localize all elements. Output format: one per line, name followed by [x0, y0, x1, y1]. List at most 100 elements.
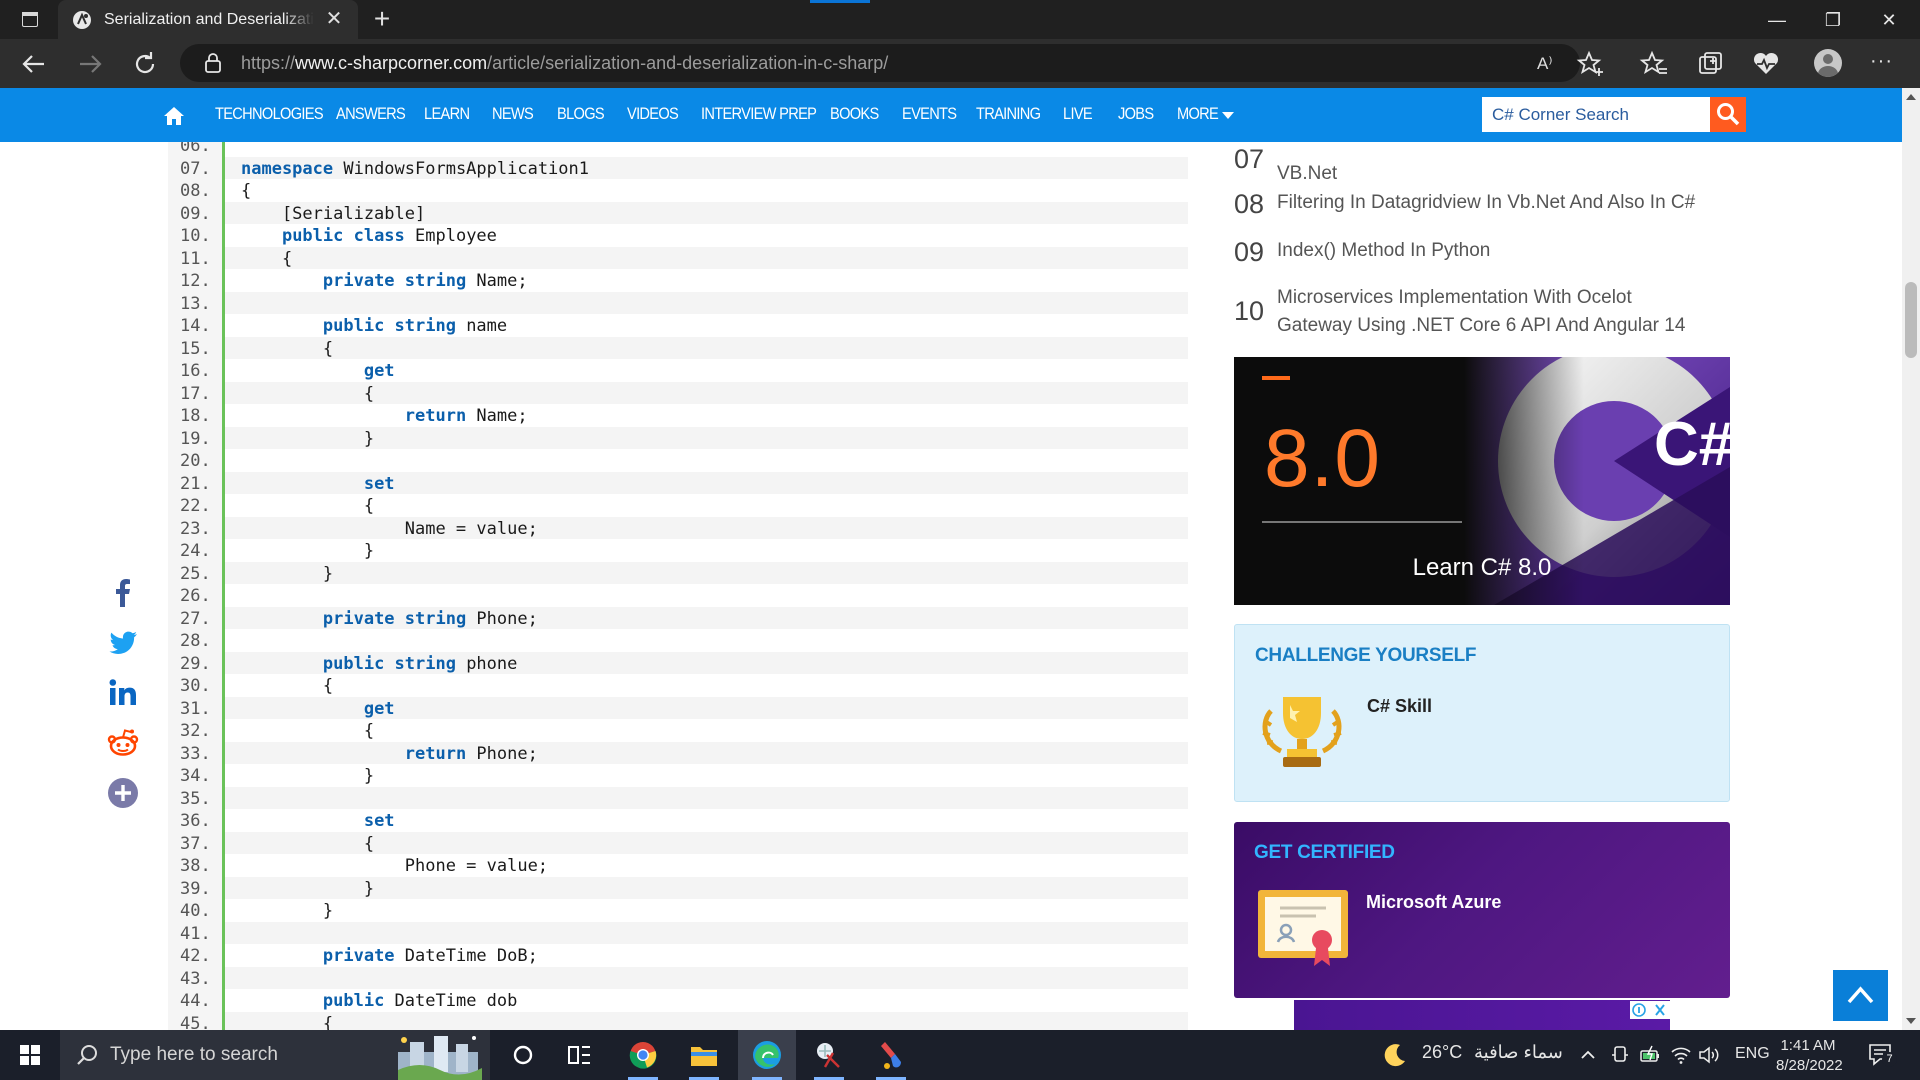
collections-icon[interactable] — [1694, 48, 1726, 80]
home-icon[interactable] — [163, 105, 185, 127]
code-line: 29. public string phone — [168, 651, 1188, 675]
linkedin-icon[interactable] — [104, 674, 142, 712]
twitter-icon[interactable] — [104, 624, 142, 662]
scroll-down-arrow-icon[interactable] — [1906, 1018, 1916, 1024]
url-text[interactable]: https://www.c-sharpcorner.com/article/se… — [241, 53, 888, 74]
maximize-button[interactable]: ❐ — [1810, 4, 1856, 36]
popular-article-item[interactable]: 10 Microservices Implementation With Ocel… — [1234, 282, 1734, 338]
advertisement-banner[interactable] — [1294, 1000, 1670, 1030]
certified-item[interactable]: Microsoft Azure — [1366, 892, 1501, 913]
nav-link-answers[interactable]: ANSWERS — [336, 104, 406, 124]
edge-app-button[interactable] — [738, 1030, 796, 1080]
minimize-button[interactable]: — — [1754, 4, 1800, 36]
browser-essentials-icon[interactable] — [1750, 48, 1782, 80]
tab-actions-icon[interactable] — [14, 8, 46, 32]
cortana-icon[interactable] — [494, 1030, 552, 1080]
line-number: 08. — [180, 181, 211, 201]
popular-article-title[interactable]: Microservices Implementation With Ocelot — [1277, 284, 1632, 312]
learn-csharp-banner[interactable]: 8.0 C# Learn C# 8.0 — [1234, 357, 1730, 605]
add-favorite-icon[interactable] — [1575, 48, 1607, 80]
weather-moon-icon[interactable] — [1382, 1042, 1408, 1068]
nav-link-videos[interactable]: VIDEOS — [627, 104, 679, 124]
chevron-up-tray-icon[interactable] — [1580, 1047, 1596, 1063]
more-share-icon[interactable] — [104, 774, 142, 812]
task-view-icon[interactable] — [550, 1030, 608, 1080]
file-explorer-app-button[interactable] — [675, 1030, 733, 1080]
nav-link-events[interactable]: EVENTS — [902, 104, 957, 124]
popular-article-item[interactable]: 08 Filtering In Datagridview In Vb.Net An… — [1234, 187, 1734, 219]
code-token: { — [241, 338, 334, 359]
popular-article-item[interactable]: 07 VB.Net — [1234, 130, 1734, 186]
code-line: 32. { — [168, 719, 1188, 742]
favorites-icon[interactable] — [1638, 48, 1670, 80]
nav-link-books[interactable]: BOOKS — [830, 104, 879, 124]
popular-article-item[interactable]: 09 Index() Method In Python — [1234, 235, 1734, 267]
c-sharpcorner-favicon-icon — [73, 11, 91, 29]
forward-arrow-icon[interactable] — [74, 48, 106, 80]
code-text: { — [241, 249, 292, 269]
wifi-icon[interactable] — [1670, 1045, 1692, 1065]
lock-icon[interactable] — [204, 53, 222, 73]
page-scrollbar[interactable] — [1902, 88, 1920, 1030]
more-options-icon[interactable]: ··· — [1870, 48, 1902, 80]
code-line: 37. { — [168, 831, 1188, 855]
scrollbar-thumb[interactable] — [1905, 282, 1917, 358]
notification-center-button[interactable]: 7 — [1868, 1042, 1897, 1068]
popular-article-title[interactable]: VB.Net — [1277, 160, 1337, 188]
challenge-item[interactable]: C# Skill — [1367, 696, 1432, 717]
get-certified-card[interactable]: GET CERTIFIED Microsoft Azure — [1234, 822, 1730, 998]
back-to-top-button[interactable] — [1833, 970, 1888, 1021]
nav-link-technologies[interactable]: TECHNOLOGIES — [215, 104, 324, 124]
nav-link-jobs[interactable]: JOBS — [1118, 104, 1154, 124]
taskbar-search-box[interactable]: Type here to search — [60, 1030, 490, 1080]
weather-temperature: 26°C — [1422, 1042, 1463, 1062]
ad-choices-icon[interactable] — [1630, 1001, 1670, 1019]
battery-charging-icon[interactable] — [1640, 1045, 1662, 1065]
code-line: 41. — [168, 921, 1188, 945]
site-search-button[interactable] — [1710, 97, 1746, 132]
device-icon[interactable] — [1610, 1045, 1630, 1065]
popular-article-title[interactable]: Filtering In Datagridview In Vb.Net And … — [1277, 189, 1695, 217]
popular-article-number: 09 — [1234, 237, 1265, 267]
chevron-down-icon[interactable] — [1222, 112, 1234, 120]
nav-link-blogs[interactable]: BLOGS — [557, 104, 605, 124]
system-clock[interactable]: 1:41 AM 8/28/2022 — [1776, 1036, 1843, 1076]
code-line: 06. — [168, 142, 1188, 157]
address-bar[interactable]: https://www.c-sharpcorner.com/article/se… — [180, 44, 1580, 82]
new-tab-button[interactable]: + — [368, 5, 396, 33]
line-number: 17. — [180, 383, 211, 404]
code-text: } — [241, 541, 374, 561]
scroll-up-arrow-icon[interactable] — [1906, 94, 1916, 100]
code-text: public string phone — [241, 654, 517, 674]
close-window-button[interactable]: ✕ — [1866, 4, 1912, 36]
refresh-icon[interactable] — [129, 48, 161, 80]
volume-icon[interactable] — [1698, 1045, 1720, 1065]
challenge-yourself-card[interactable]: CHALLENGE YOURSELF C# Skill — [1234, 624, 1730, 802]
back-arrow-icon[interactable] — [18, 48, 50, 80]
windows-start-icon[interactable] — [10, 1040, 50, 1070]
input-language[interactable]: ENG — [1735, 1045, 1770, 1063]
tab-close-icon[interactable]: ✕ — [322, 7, 346, 31]
nav-link-interview-prep[interactable]: INTERVIEW PREP — [701, 104, 817, 124]
popular-article-title[interactable]: Index() Method In Python — [1277, 237, 1490, 265]
popular-article-title[interactable]: Gateway Using .NET Core 6 API And Angula… — [1277, 312, 1685, 340]
snipping-tool-app-button[interactable] — [800, 1030, 858, 1080]
search-icon — [77, 1045, 97, 1065]
nav-link-news[interactable]: NEWS — [492, 104, 534, 124]
code-line: 26. — [168, 584, 1188, 607]
nav-link-training[interactable]: TRAINING — [976, 104, 1041, 124]
active-tab[interactable]: Serialization and Deserialization in C# … — [58, 0, 358, 39]
facebook-icon[interactable] — [104, 574, 142, 612]
nav-link-live[interactable]: LIVE — [1063, 104, 1093, 124]
code-keyword: public — [322, 991, 385, 1011]
screen: Serialization and Deserialization in C# … — [0, 0, 1920, 1080]
site-search-input[interactable] — [1482, 97, 1710, 132]
nav-link-learn[interactable]: LEARN — [424, 104, 470, 124]
chrome-app-button[interactable] — [614, 1030, 672, 1080]
read-aloud-icon[interactable]: A⁾ — [1537, 48, 1569, 80]
profile-avatar[interactable] — [1814, 49, 1842, 77]
nav-link-more[interactable]: MORE — [1177, 104, 1219, 124]
paint-app-button[interactable] — [862, 1030, 920, 1080]
line-number: 34. — [180, 766, 211, 786]
reddit-icon[interactable] — [104, 724, 142, 762]
